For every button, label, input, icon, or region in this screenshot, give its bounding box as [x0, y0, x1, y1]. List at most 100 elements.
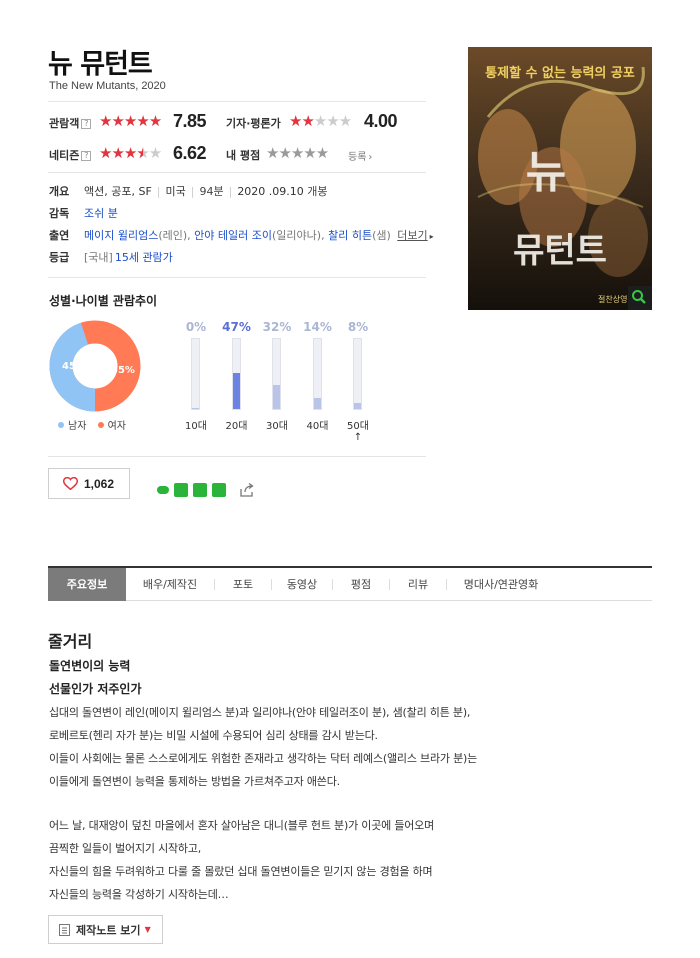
age-bar-track — [312, 338, 322, 410]
tab-ratings[interactable]: 평점 — [333, 576, 389, 592]
age-bar-track — [191, 338, 200, 410]
actor-link[interactable]: 메이지 윌리엄스 — [84, 229, 158, 242]
netizen-rating-label: 네티즌? — [49, 147, 92, 163]
divider — [48, 456, 426, 457]
age-bar-track — [231, 338, 241, 410]
document-icon — [59, 923, 70, 936]
tab-reviews[interactable]: 리뷰 — [390, 576, 446, 592]
actor-role: (레인) — [158, 229, 188, 242]
tab-bar: 주요정보 배우/제작진 포토 동영상 평점 리뷰 명대사/연관영화 — [48, 566, 652, 601]
gender-legend: 남자 여자 — [58, 417, 126, 432]
netizen-stars: ★★★★★★ — [99, 144, 162, 162]
caret-down-icon: ▼ — [144, 925, 151, 934]
age-bar-track — [353, 338, 362, 410]
age-bar-track — [272, 338, 281, 410]
age-label: 20대 — [225, 421, 248, 432]
band-share-icon[interactable] — [174, 483, 188, 497]
age-label: 10대 — [185, 421, 207, 432]
critic-rating-label: 기자·평론가 — [226, 117, 281, 130]
age-pct-label: 8% — [347, 320, 369, 334]
movie-poster[interactable]: 통제할 수 없는 능력의 공포 뉴 뮤턴트 절찬상영중 — [468, 47, 652, 310]
audience-stars: ★★★★★ — [99, 112, 162, 130]
production-note-button[interactable]: 제작노트 보기 ▼ — [48, 915, 163, 944]
age-label: 30대 — [266, 421, 288, 432]
plot-line: 이들이 사회에는 물론 스스로에게도 위험한 존재라고 생각하는 닥터 레예스(… — [49, 752, 478, 765]
grade-value: [국내] 15세 관람가 — [84, 249, 173, 265]
share-icons — [157, 483, 255, 497]
netizen-score: 6.62 — [173, 143, 207, 163]
poster-art: 통제할 수 없는 능력의 공포 뉴 뮤턴트 절찬상영중 — [468, 47, 652, 310]
tab-video[interactable]: 동영상 — [272, 576, 332, 592]
plot-line: 어느 날, 대재앙이 덮친 마을에서 혼자 살아남은 대니(블루 헌트 분)가 … — [49, 819, 435, 832]
plot-subheading: 선물인가 저주인가 — [49, 682, 142, 696]
age-pct-label: 0% — [185, 320, 207, 334]
help-icon[interactable]: ? — [81, 119, 92, 129]
tab-photo[interactable]: 포토 — [215, 576, 271, 592]
plot-line: 끔찍한 일들이 벌어지기 시작하고, — [49, 842, 202, 855]
my-rating-label: 내 평점 — [226, 149, 261, 162]
critic-stars: ★★★★★ — [289, 112, 352, 130]
audience-rating-label: 관람객? — [49, 115, 92, 131]
chevron-right-icon: ▸ — [429, 232, 434, 241]
actor-link[interactable]: 찰리 히튼 — [328, 229, 372, 242]
gender-donut-chart: 45% 55% — [49, 320, 141, 412]
divider — [48, 101, 426, 102]
male-pct-label: 45% — [62, 361, 86, 372]
age-label: 50대↑ — [347, 421, 369, 443]
age-bar — [192, 408, 199, 409]
grade-link[interactable]: 15세 관람가 — [115, 251, 173, 264]
plot-line: 로베르토(헨리 자가 분)는 비밀 시설에 수용되어 심리 상태를 감시 받는다… — [49, 729, 378, 742]
tab-main-info[interactable]: 주요정보 — [48, 567, 126, 601]
country-link[interactable]: 미국 — [166, 185, 186, 198]
age-bar — [273, 384, 280, 409]
overview-value: 액션, 공포, SF | 미국 | 94분 | 2020 .09.10 개봉 — [84, 185, 328, 198]
plot-line: 자신들의 힘을 두려워하고 다룰 줄 몰랐던 십대 돌연변이들은 믿기지 않는 … — [49, 865, 433, 878]
genre-link[interactable]: 액션, 공포, SF — [84, 185, 152, 198]
divider — [48, 277, 426, 278]
director-label: 감독 — [49, 207, 70, 220]
demographics-title: 성별·나이별 관람추이 — [49, 294, 158, 308]
release-suffix: 개봉 — [303, 185, 328, 198]
audience-score: 7.85 — [173, 111, 207, 131]
help-icon[interactable]: ? — [81, 151, 92, 161]
tab-cast-crew[interactable]: 배우/제작진 — [126, 576, 214, 592]
share-icon[interactable] — [239, 483, 255, 497]
cast-value: 메이지 윌리엄스(레인), 안야 테일러 조이(일리야나), 찰리 히튼(샘) … — [84, 229, 434, 242]
director-link[interactable]: 조쉬 분 — [84, 207, 118, 220]
movie-title: 뉴 뮤턴트 — [48, 49, 153, 80]
critic-score: 4.00 — [364, 111, 398, 131]
grade-label: 등급 — [49, 251, 70, 264]
grade-region: [국내] — [84, 251, 113, 264]
movie-subtitle: The New Mutants, 2020 — [49, 80, 166, 92]
heart-icon — [63, 477, 78, 490]
my-rating-stars[interactable]: ★★★★★ — [266, 144, 329, 162]
age-pct-label: 14% — [303, 320, 332, 334]
age-bar — [354, 402, 361, 409]
search-zoom-icon[interactable] — [631, 289, 647, 305]
line-share-icon[interactable] — [157, 486, 169, 494]
register-rating-link[interactable]: 등록 › — [348, 148, 372, 163]
blog-share-icon[interactable] — [193, 483, 207, 497]
poster-title-art: 뉴 — [526, 147, 566, 198]
age-bar — [232, 373, 240, 409]
actor-role: (샘) — [372, 229, 391, 242]
overview-label: 개요 — [49, 185, 70, 198]
tab-quotes-related[interactable]: 명대사/연관영화 — [447, 576, 555, 592]
production-note-label: 제작노트 보기 — [76, 923, 141, 937]
age-pct-label: 32% — [262, 320, 292, 334]
director-value: 조쉬 분 — [84, 205, 118, 221]
female-dot-icon — [97, 422, 104, 428]
plot-line: 이들에게 돌연변이 능력을 통제하는 방법을 가르쳐주고자 애쓴다. — [49, 775, 340, 788]
age-label: 40대 — [306, 421, 329, 432]
release-date-link[interactable]: 2020 .09.10 — [237, 185, 303, 198]
age-bar — [313, 398, 321, 409]
runtime: 94분 — [199, 185, 224, 198]
cafe-share-icon[interactable] — [212, 483, 226, 497]
like-button[interactable]: 1,062 — [48, 468, 130, 499]
actor-link[interactable]: 안야 테일러 조이 — [194, 229, 272, 242]
poster-tagline: 통제할 수 없는 능력의 공포 — [485, 65, 635, 81]
like-count: 1,062 — [84, 476, 115, 491]
cast-more-link[interactable]: 더보기 — [397, 229, 427, 242]
plot-line: 십대의 돌연변이 레인(메이지 윌리엄스 분)과 일리야나(안야 테일러조이 분… — [49, 706, 471, 719]
actor-role: (일리야나) — [272, 229, 322, 242]
